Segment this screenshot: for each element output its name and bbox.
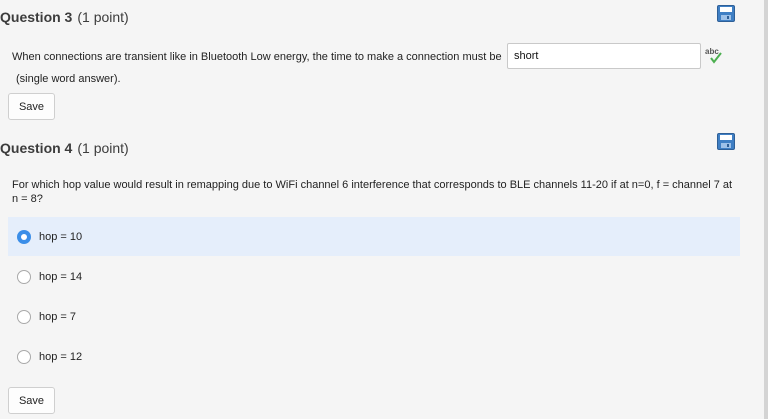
radio-button[interactable] (17, 349, 31, 364)
question-3-points: (1 point) (77, 9, 129, 25)
question-3-header: Question 3 (1 point) (0, 6, 129, 28)
question-4-prompt: For which hop value would result in rema… (12, 179, 733, 205)
question-4-title: Question 4 (0, 140, 73, 156)
answer-input[interactable] (507, 43, 701, 69)
question-3-title: Question 3 (0, 9, 73, 25)
question-3-prompt: When connections are transient like in B… (12, 51, 502, 63)
question-3-save-button[interactable]: Save (8, 93, 55, 120)
option-hop-12[interactable]: hop = 12 (8, 337, 740, 376)
option-hop-7[interactable]: hop = 7 (8, 297, 740, 336)
scrollbar-track (764, 0, 768, 419)
option-label: hop = 10 (39, 230, 83, 243)
save-icon[interactable] (717, 5, 735, 22)
question-4-save-button[interactable]: Save (8, 387, 55, 414)
question-4-header: Question 4 (1 point) (0, 137, 129, 159)
question-3-hint: (single word answer). (16, 73, 121, 85)
spellcheck-icon[interactable]: abc (703, 45, 725, 65)
option-label: hop = 7 (39, 310, 77, 323)
radio-button[interactable] (17, 229, 31, 244)
option-label: hop = 14 (39, 270, 83, 283)
save-icon[interactable] (717, 133, 735, 150)
option-hop-10[interactable]: hop = 10 (8, 217, 740, 256)
option-label: hop = 12 (39, 350, 83, 363)
spellcheck-icon-text: abc (705, 47, 719, 56)
radio-button[interactable] (17, 269, 31, 284)
question-4-points: (1 point) (77, 140, 129, 156)
option-hop-14[interactable]: hop = 14 (8, 257, 740, 296)
radio-button[interactable] (17, 309, 31, 324)
